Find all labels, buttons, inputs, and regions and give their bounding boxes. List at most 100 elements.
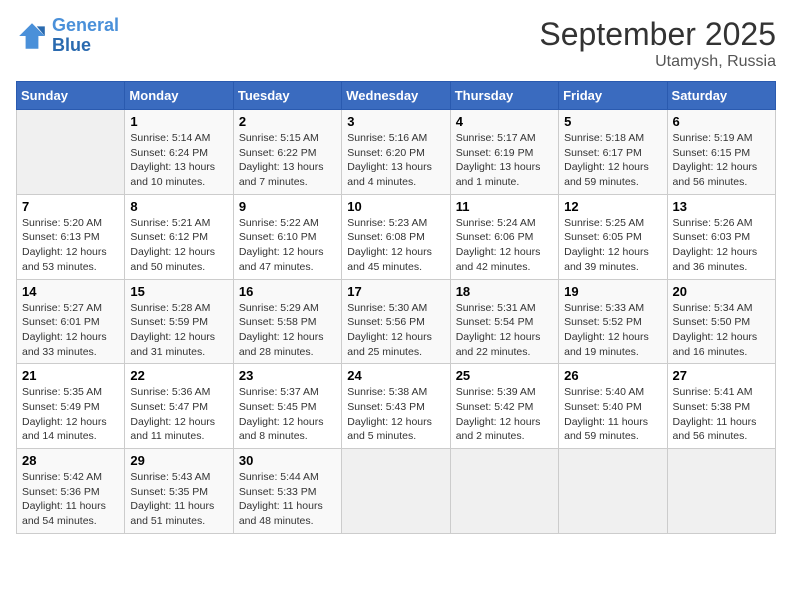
calendar-cell: 1Sunrise: 5:14 AMSunset: 6:24 PMDaylight…	[125, 110, 233, 195]
weekday-header-monday: Monday	[125, 82, 233, 110]
day-info: Sunrise: 5:21 AMSunset: 6:12 PMDaylight:…	[130, 216, 227, 275]
day-number: 3	[347, 114, 444, 129]
day-info: Sunrise: 5:42 AMSunset: 5:36 PMDaylight:…	[22, 470, 119, 529]
day-info: Sunrise: 5:15 AMSunset: 6:22 PMDaylight:…	[239, 131, 336, 190]
title-block: September 2025 Utamysh, Russia	[539, 16, 776, 71]
day-info: Sunrise: 5:38 AMSunset: 5:43 PMDaylight:…	[347, 385, 444, 444]
day-info: Sunrise: 5:44 AMSunset: 5:33 PMDaylight:…	[239, 470, 336, 529]
day-number: 20	[673, 284, 770, 299]
calendar-cell: 7 Sunrise: 5:20 AMSunset: 6:13 PMDaylight…	[17, 194, 125, 279]
calendar-cell: 4Sunrise: 5:17 AMSunset: 6:19 PMDaylight…	[450, 110, 558, 195]
logo: General Blue	[16, 16, 119, 56]
calendar-cell: 10 Sunrise: 5:23 AMSunset: 6:08 PMDayligh…	[342, 194, 450, 279]
calendar-cell	[342, 449, 450, 534]
day-info: Sunrise: 5:29 AMSunset: 5:58 PMDaylight:…	[239, 301, 336, 360]
day-info: Sunrise: 5:30 AMSunset: 5:56 PMDaylight:…	[347, 301, 444, 360]
calendar-cell: 27 Sunrise: 5:41 AMSunset: 5:38 PMDayligh…	[667, 364, 775, 449]
calendar-cell: 24 Sunrise: 5:38 AMSunset: 5:43 PMDayligh…	[342, 364, 450, 449]
day-number: 14	[22, 284, 119, 299]
day-info: Sunrise: 5:39 AMSunset: 5:42 PMDaylight:…	[456, 385, 553, 444]
day-info: Sunrise: 5:25 AMSunset: 6:05 PMDaylight:…	[564, 216, 661, 275]
day-number: 27	[673, 368, 770, 383]
day-number: 9	[239, 199, 336, 214]
day-info: Sunrise: 5:37 AMSunset: 5:45 PMDaylight:…	[239, 385, 336, 444]
calendar-cell: 6Sunrise: 5:19 AMSunset: 6:15 PMDaylight…	[667, 110, 775, 195]
day-number: 28	[22, 453, 119, 468]
calendar-cell: 14 Sunrise: 5:27 AMSunset: 6:01 PMDayligh…	[17, 279, 125, 364]
calendar-cell: 29 Sunrise: 5:43 AMSunset: 5:35 PMDayligh…	[125, 449, 233, 534]
location-subtitle: Utamysh, Russia	[539, 53, 776, 71]
day-number: 22	[130, 368, 227, 383]
calendar-cell: 17 Sunrise: 5:30 AMSunset: 5:56 PMDayligh…	[342, 279, 450, 364]
day-number: 12	[564, 199, 661, 214]
calendar-cell	[559, 449, 667, 534]
calendar-cell: 12 Sunrise: 5:25 AMSunset: 6:05 PMDayligh…	[559, 194, 667, 279]
day-number: 26	[564, 368, 661, 383]
calendar-cell: 3Sunrise: 5:16 AMSunset: 6:20 PMDaylight…	[342, 110, 450, 195]
day-info: Sunrise: 5:33 AMSunset: 5:52 PMDaylight:…	[564, 301, 661, 360]
day-info: Sunrise: 5:34 AMSunset: 5:50 PMDaylight:…	[673, 301, 770, 360]
day-info: Sunrise: 5:43 AMSunset: 5:35 PMDaylight:…	[130, 470, 227, 529]
weekday-header-friday: Friday	[559, 82, 667, 110]
calendar-cell: 23 Sunrise: 5:37 AMSunset: 5:45 PMDayligh…	[233, 364, 341, 449]
calendar-week-2: 7 Sunrise: 5:20 AMSunset: 6:13 PMDaylight…	[17, 194, 776, 279]
day-number: 29	[130, 453, 227, 468]
day-info: Sunrise: 5:41 AMSunset: 5:38 PMDaylight:…	[673, 385, 770, 444]
day-info: Sunrise: 5:23 AMSunset: 6:08 PMDaylight:…	[347, 216, 444, 275]
calendar-cell: 16 Sunrise: 5:29 AMSunset: 5:58 PMDayligh…	[233, 279, 341, 364]
day-number: 16	[239, 284, 336, 299]
day-number: 8	[130, 199, 227, 214]
calendar-cell	[667, 449, 775, 534]
calendar-week-5: 28 Sunrise: 5:42 AMSunset: 5:36 PMDayligh…	[17, 449, 776, 534]
calendar-cell: 28 Sunrise: 5:42 AMSunset: 5:36 PMDayligh…	[17, 449, 125, 534]
calendar-cell: 2 Sunrise: 5:15 AMSunset: 6:22 PMDaylight…	[233, 110, 341, 195]
day-number: 1	[130, 114, 227, 129]
day-number: 24	[347, 368, 444, 383]
day-info: Sunrise: 5:28 AMSunset: 5:59 PMDaylight:…	[130, 301, 227, 360]
day-number: 18	[456, 284, 553, 299]
day-info: Sunrise: 5:27 AMSunset: 6:01 PMDaylight:…	[22, 301, 119, 360]
day-number: 30	[239, 453, 336, 468]
calendar-cell: 22 Sunrise: 5:36 AMSunset: 5:47 PMDayligh…	[125, 364, 233, 449]
day-info: Sunrise: 5:26 AMSunset: 6:03 PMDaylight:…	[673, 216, 770, 275]
weekday-header-tuesday: Tuesday	[233, 82, 341, 110]
calendar-cell: 26 Sunrise: 5:40 AMSunset: 5:40 PMDayligh…	[559, 364, 667, 449]
weekday-header-saturday: Saturday	[667, 82, 775, 110]
page-header: General Blue September 2025 Utamysh, Rus…	[16, 16, 776, 71]
calendar-cell: 9Sunrise: 5:22 AMSunset: 6:10 PMDaylight…	[233, 194, 341, 279]
weekday-header-sunday: Sunday	[17, 82, 125, 110]
day-info: Sunrise: 5:18 AMSunset: 6:17 PMDaylight:…	[564, 131, 661, 190]
calendar-cell: 21Sunrise: 5:35 AMSunset: 5:49 PMDayligh…	[17, 364, 125, 449]
day-number: 19	[564, 284, 661, 299]
day-number: 4	[456, 114, 553, 129]
day-info: Sunrise: 5:24 AMSunset: 6:06 PMDaylight:…	[456, 216, 553, 275]
calendar-cell: 25 Sunrise: 5:39 AMSunset: 5:42 PMDayligh…	[450, 364, 558, 449]
day-number: 5	[564, 114, 661, 129]
calendar-table: SundayMondayTuesdayWednesdayThursdayFrid…	[16, 81, 776, 534]
day-number: 23	[239, 368, 336, 383]
calendar-header-row: SundayMondayTuesdayWednesdayThursdayFrid…	[17, 82, 776, 110]
logo-icon	[16, 20, 48, 52]
calendar-cell: 15Sunrise: 5:28 AMSunset: 5:59 PMDayligh…	[125, 279, 233, 364]
day-number: 7	[22, 199, 119, 214]
day-info: Sunrise: 5:40 AMSunset: 5:40 PMDaylight:…	[564, 385, 661, 444]
calendar-cell: 20 Sunrise: 5:34 AMSunset: 5:50 PMDayligh…	[667, 279, 775, 364]
day-number: 2	[239, 114, 336, 129]
weekday-header-wednesday: Wednesday	[342, 82, 450, 110]
calendar-cell: 19 Sunrise: 5:33 AMSunset: 5:52 PMDayligh…	[559, 279, 667, 364]
day-number: 10	[347, 199, 444, 214]
day-info: Sunrise: 5:36 AMSunset: 5:47 PMDaylight:…	[130, 385, 227, 444]
logo-text: General Blue	[52, 16, 119, 56]
calendar-cell: 18 Sunrise: 5:31 AMSunset: 5:54 PMDayligh…	[450, 279, 558, 364]
day-number: 11	[456, 199, 553, 214]
day-number: 13	[673, 199, 770, 214]
day-info: Sunrise: 5:20 AMSunset: 6:13 PMDaylight:…	[22, 216, 119, 275]
day-number: 25	[456, 368, 553, 383]
weekday-header-thursday: Thursday	[450, 82, 558, 110]
day-info: Sunrise: 5:31 AMSunset: 5:54 PMDaylight:…	[456, 301, 553, 360]
day-number: 17	[347, 284, 444, 299]
calendar-cell: 11 Sunrise: 5:24 AMSunset: 6:06 PMDayligh…	[450, 194, 558, 279]
day-info: Sunrise: 5:19 AMSunset: 6:15 PMDaylight:…	[673, 131, 770, 190]
calendar-cell: 5 Sunrise: 5:18 AMSunset: 6:17 PMDaylight…	[559, 110, 667, 195]
calendar-cell	[17, 110, 125, 195]
